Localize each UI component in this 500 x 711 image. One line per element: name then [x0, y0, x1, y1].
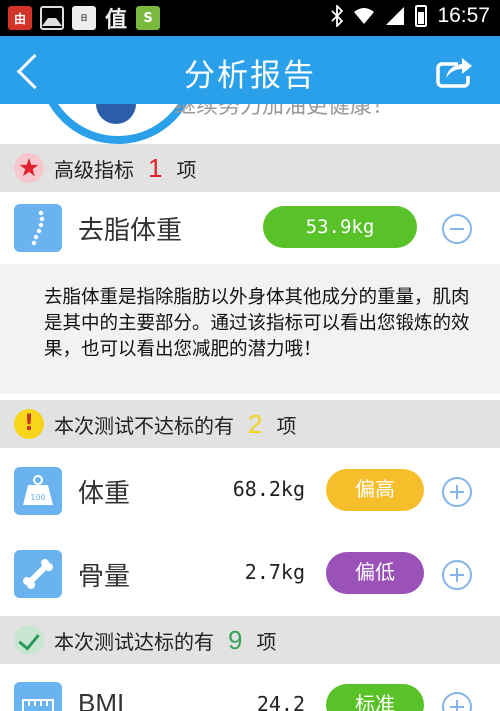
metric-label: BMI: [78, 688, 125, 711]
section-unit: 项: [276, 415, 297, 438]
metric-row-bmi[interactable]: BMI 24.2 标准: [0, 670, 500, 711]
svg-text:100: 100: [30, 493, 45, 502]
collapse-icon[interactable]: [442, 214, 472, 244]
status-time: 16:57: [437, 4, 490, 27]
status-badge-low: 偏低: [326, 552, 424, 594]
section-count: 2: [248, 408, 263, 439]
metric-value: 68.2kg: [232, 477, 305, 501]
section-unit: 项: [176, 159, 197, 182]
metric-value: 2.7kg: [244, 560, 305, 584]
bone-icon: [14, 550, 62, 598]
calendar-notification-icon: 日: [72, 6, 96, 30]
section-count: 1: [148, 152, 163, 183]
summary-text: 继续努力加油更健康！: [174, 104, 395, 119]
green-app-notification-icon: S: [136, 6, 160, 30]
metric-description: 去脂体重是指除脂肪以外身体其他成分的重量，肌肉是其中的主要部分。通过该指标可以看…: [0, 264, 500, 394]
system-indicators: 16:57: [331, 4, 490, 28]
star-icon: [14, 153, 44, 183]
status-badge-standard: 标准: [326, 684, 424, 711]
section-count: 9: [228, 624, 243, 655]
spine-icon: [14, 204, 62, 252]
notification-icons: 由 日 值 S: [8, 6, 160, 33]
metric-row-lean-mass[interactable]: 去脂体重 53.9kg: [0, 192, 500, 264]
signal-icon: [386, 7, 405, 25]
bmi-icon: [14, 682, 62, 711]
section-substandard: 本次测试不达标的有 2 项: [0, 400, 500, 448]
expand-icon[interactable]: [442, 560, 472, 590]
metric-row-weight[interactable]: 100 体重 68.2kg 偏高: [0, 455, 500, 527]
section-advanced-indicators: 高级指标 1 项: [0, 144, 500, 192]
section-standard: 本次测试达标的有 9 项: [0, 616, 500, 664]
metric-value: 24.2: [256, 692, 305, 711]
metric-row-bone[interactable]: 骨量 2.7kg 偏低: [0, 538, 500, 610]
image-notification-icon: [40, 6, 64, 30]
share-icon[interactable]: [428, 52, 474, 88]
section-title: 高级指标: [54, 159, 134, 182]
metric-value-badge: 53.9kg: [263, 206, 417, 248]
metric-label: 骨量: [78, 561, 131, 591]
section-title: 本次测试不达标的有: [54, 415, 234, 438]
bluetooth-icon: [331, 5, 344, 27]
app-notification-icon: 由: [8, 6, 32, 30]
scrolled-summary: 继续努力加油更健康！: [0, 104, 500, 144]
status-badge-high: 偏高: [326, 469, 424, 511]
warning-icon: [14, 409, 44, 439]
expand-icon[interactable]: [442, 477, 472, 507]
metric-label: 体重: [78, 478, 131, 508]
metric-label: 去脂体重: [78, 215, 183, 245]
battery-icon: [415, 5, 428, 27]
section-title: 本次测试达标的有: [54, 631, 214, 654]
page-title: 分析报告: [184, 58, 316, 94]
app-header: 分析报告: [0, 36, 500, 104]
zhi-notification-icon: 值: [104, 8, 127, 33]
wifi-icon: [354, 8, 375, 24]
status-bar: 由 日 值 S 16:57: [0, 0, 500, 36]
expand-icon[interactable]: [442, 692, 472, 711]
section-unit: 项: [256, 631, 277, 654]
weight-icon: 100: [14, 467, 62, 515]
checkmark-icon: [14, 625, 44, 655]
